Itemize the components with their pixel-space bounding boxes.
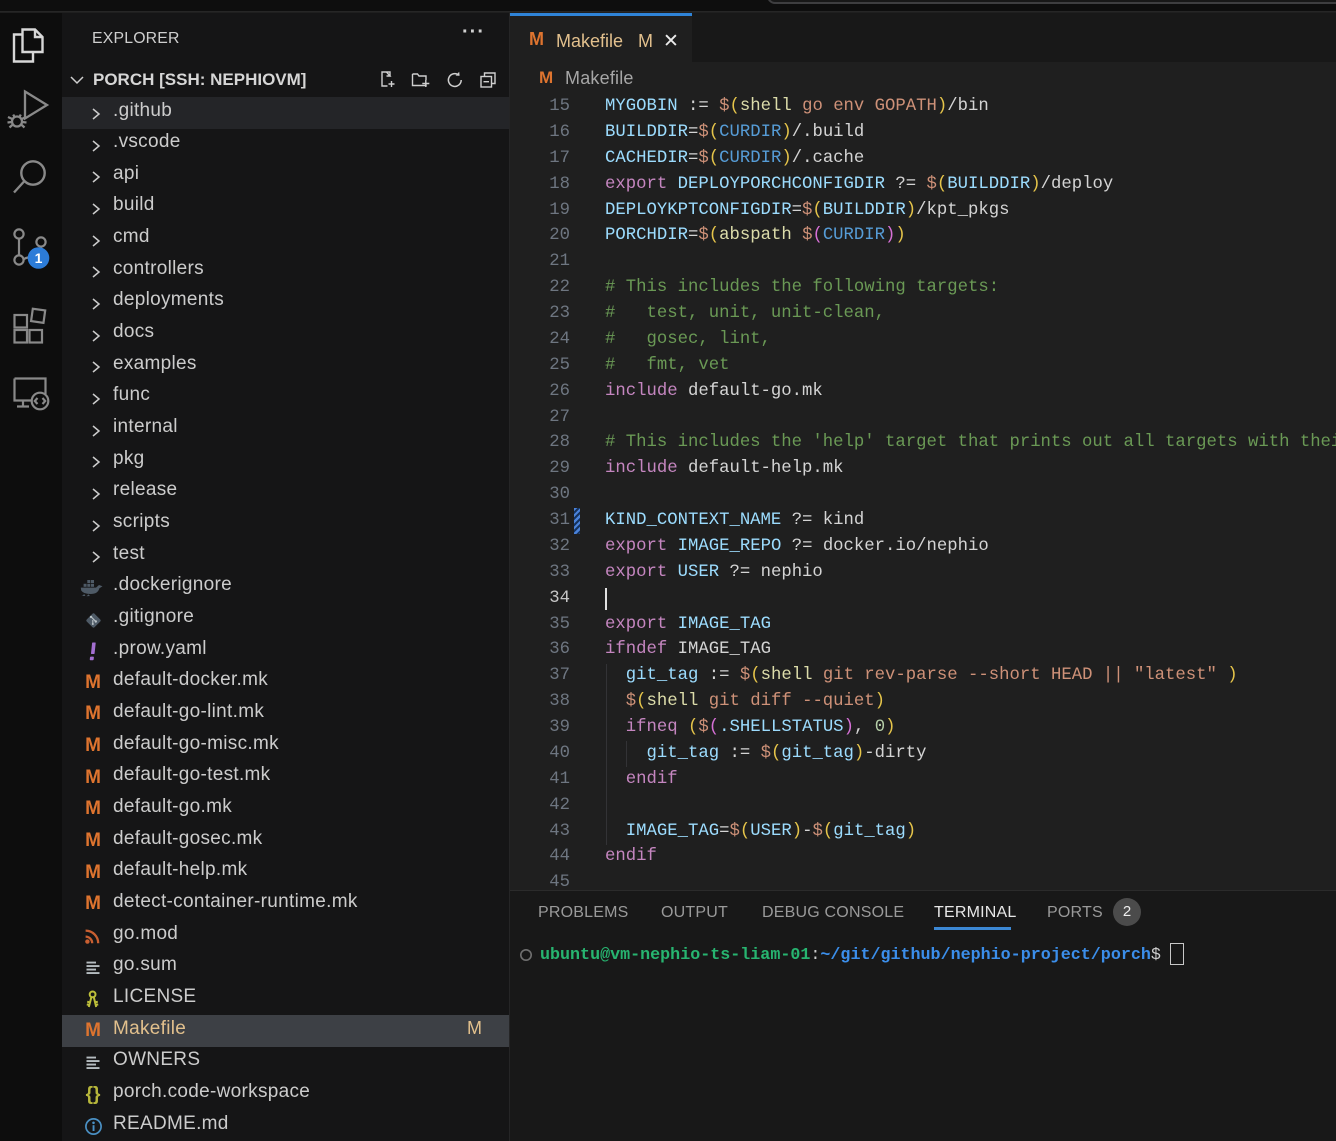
svg-text:1: 1 [35, 250, 43, 266]
